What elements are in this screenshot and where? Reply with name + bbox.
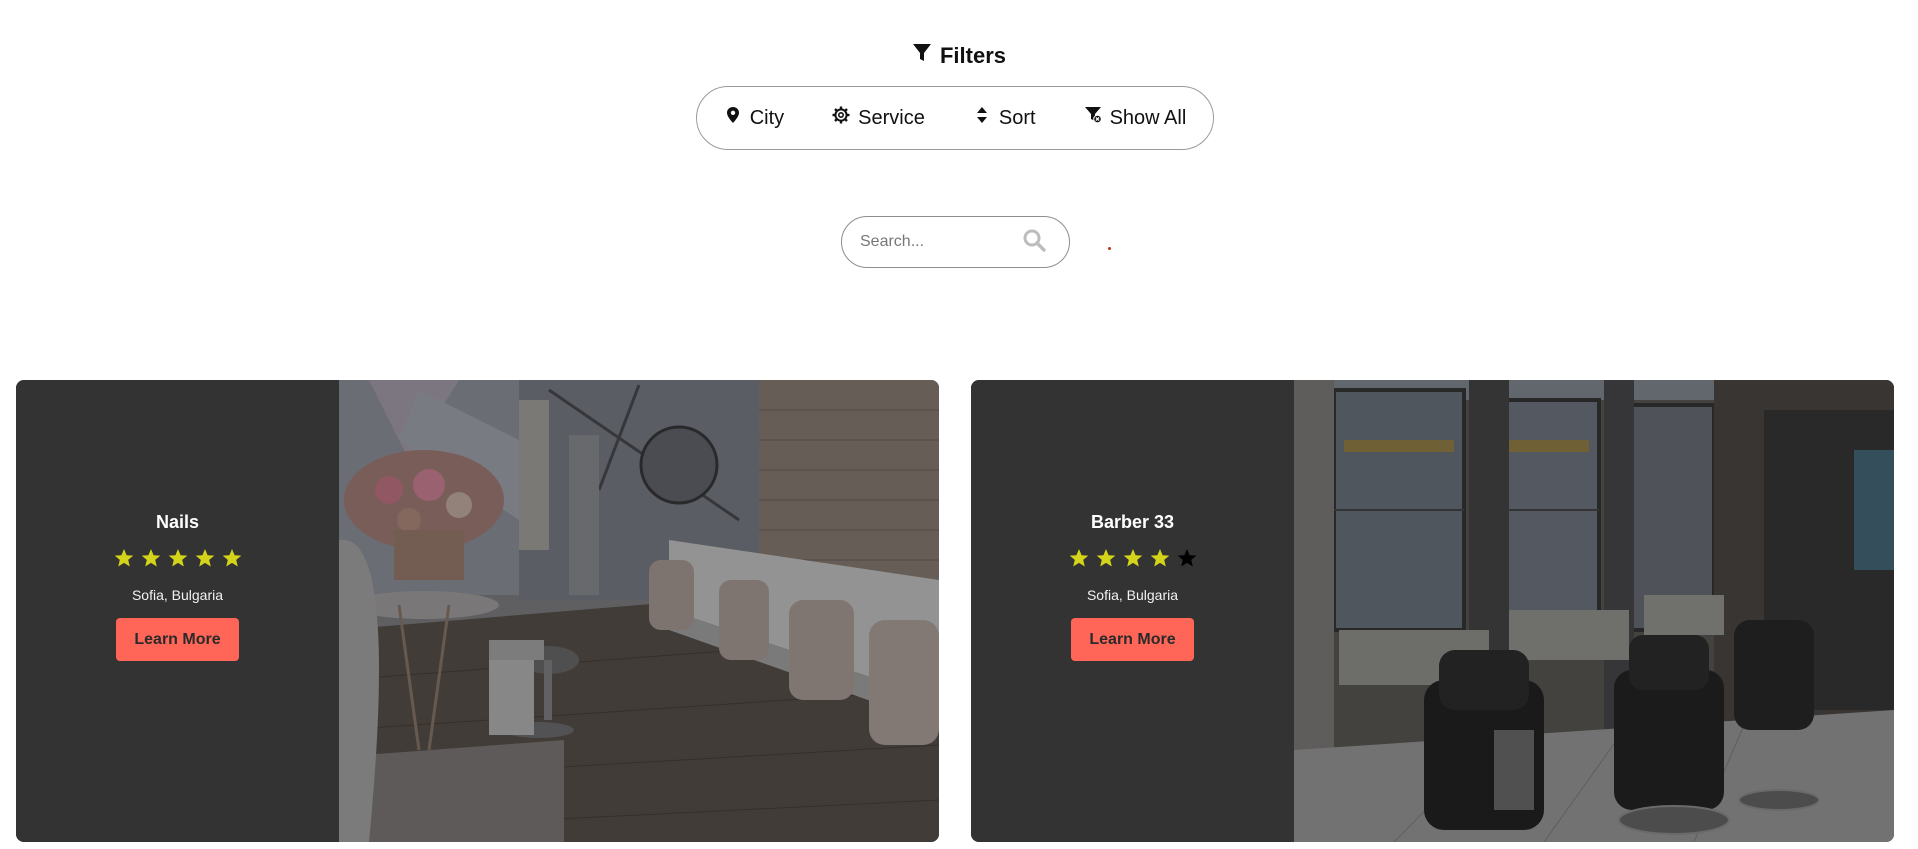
salon-location: Sofia, Bulgaria <box>131 587 224 603</box>
salon-title: Nails <box>155 512 200 532</box>
star-rating <box>971 548 1294 568</box>
search-icon[interactable] <box>1022 228 1046 257</box>
page: Filters City Service Sort Show All Searc… <box>0 0 1918 849</box>
star-icon <box>114 548 134 568</box>
show-all-label: Show All <box>1109 106 1187 129</box>
salon-card-nails: Nails Sofia, Bulgaria Learn More <box>16 380 939 842</box>
salon-photo-nails <box>339 380 939 842</box>
star-icon <box>1069 548 1089 568</box>
service-filter-button[interactable]: Service <box>832 106 925 130</box>
star-icon <box>1123 548 1143 568</box>
sort-label: Sort <box>998 106 1036 129</box>
star-icon <box>195 548 215 568</box>
search-input[interactable] <box>858 232 1022 252</box>
show-all-button[interactable]: Show All <box>1084 106 1187 130</box>
filters-title: Filters <box>939 43 1007 68</box>
filter-clear-icon <box>1084 106 1102 130</box>
salon-title: Barber 33 <box>1090 512 1175 532</box>
star-rating <box>16 548 339 568</box>
star-icon <box>1150 548 1170 568</box>
filter-bar: City Service Sort Show All <box>696 86 1214 150</box>
sort-button[interactable]: Sort <box>973 106 1036 130</box>
salon-location: Sofia, Bulgaria <box>1086 587 1179 603</box>
search-box <box>841 216 1070 268</box>
decorative-dot <box>1108 247 1111 250</box>
salon-card-barber-33: Barber 33 Sofia, Bulgaria Learn More <box>971 380 1894 842</box>
service-filter-label: Service <box>858 106 925 129</box>
star-icon <box>1096 548 1116 568</box>
sort-icon <box>973 106 991 130</box>
learn-more-button[interactable]: Learn More <box>1071 618 1194 661</box>
salon-photo-barber <box>1294 380 1894 842</box>
city-filter-label: City <box>749 106 785 129</box>
star-icon <box>1177 548 1197 568</box>
salon-card-info: Nails Sofia, Bulgaria Learn More <box>16 380 339 842</box>
map-pin-icon <box>724 106 742 130</box>
salon-card-info: Barber 33 Sofia, Bulgaria Learn More <box>971 380 1294 842</box>
star-icon <box>168 548 188 568</box>
star-icon <box>222 548 242 568</box>
city-filter-button[interactable]: City <box>724 106 784 130</box>
filters-heading: Filters <box>0 43 1918 69</box>
gear-icon <box>832 106 850 130</box>
learn-more-button[interactable]: Learn More <box>116 618 239 661</box>
star-icon <box>141 548 161 568</box>
filter-icon <box>912 43 932 69</box>
